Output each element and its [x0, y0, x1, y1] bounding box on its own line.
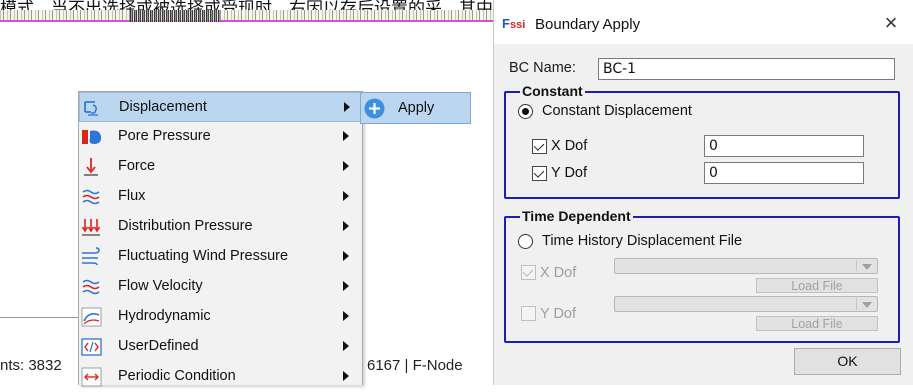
svg-text:ssi: ssi — [510, 19, 525, 31]
constant-y-dof-checkbox[interactable] — [532, 166, 547, 181]
menu-item-force[interactable]: Force — [79, 152, 362, 182]
fssi-logo-icon: F ssi — [502, 16, 525, 31]
bc-name-input[interactable]: BC-1 — [598, 58, 895, 80]
close-button[interactable]: × — [874, 8, 908, 38]
menu-item-pore-pressure[interactable]: Pore Pressure — [79, 122, 362, 152]
svg-text:F: F — [502, 16, 510, 31]
menu-item-label: Force — [118, 158, 156, 174]
menu-item-distribution-pressure[interactable]: Distribution Pressure — [79, 212, 362, 242]
menu-item-hydrodynamic[interactable]: Hydrodynamic — [79, 302, 362, 332]
menu-item-label: UserDefined — [118, 338, 199, 354]
time-x-dof-checkbox[interactable] — [521, 265, 536, 280]
submenu-arrow-icon — [343, 221, 349, 231]
distribution-pressure-icon — [81, 219, 101, 236]
plus-circle-icon — [364, 98, 385, 119]
check-icon — [522, 266, 534, 277]
pore-pressure-icon — [82, 130, 102, 144]
wind-pressure-icon — [82, 247, 100, 266]
time-dependent-group: Time Dependent Time History Displacement… — [504, 208, 900, 343]
submenu-arrow-icon — [343, 371, 349, 381]
time-history-label: Time History Displacement File — [542, 233, 743, 249]
menu-item-flow-velocity[interactable]: Flow Velocity — [79, 272, 362, 302]
status-node-count: 6167 | F-Node — [367, 357, 463, 374]
close-icon: × — [884, 10, 898, 35]
dialog-title: Boundary Apply — [535, 16, 641, 33]
apply-label: Apply — [398, 100, 435, 116]
time-y-load-file-button[interactable]: Load File — [756, 316, 878, 331]
time-x-load-file-button[interactable]: Load File — [756, 278, 878, 293]
menu-item-label: Flow Velocity — [118, 278, 203, 294]
periodic-condition-icon — [81, 367, 102, 387]
menu-item-label: Hydrodynamic — [118, 308, 211, 324]
menu-item-label: Flux — [118, 188, 146, 204]
menu-item-label: Pore Pressure — [118, 128, 211, 144]
mesh-dense-region — [130, 10, 220, 22]
menu-item-fluctuating-wind-pressure[interactable]: Fluctuating Wind Pressure — [79, 242, 362, 272]
menu-item-apply[interactable]: Apply — [360, 92, 471, 124]
menu-item-displacement[interactable]: Displacement — [79, 92, 362, 122]
flow-velocity-icon — [82, 279, 100, 295]
menu-item-flux[interactable]: Flux — [79, 182, 362, 212]
submenu-arrow-icon — [343, 311, 349, 321]
constant-displacement-radio[interactable] — [518, 104, 533, 119]
check-icon — [533, 140, 545, 151]
bc-name-label: BC Name: — [509, 60, 576, 76]
combo-separator — [856, 298, 857, 310]
menu-item-user-defined[interactable]: UserDefined — [79, 332, 362, 362]
mesh-view-strip — [0, 10, 493, 22]
flux-icon — [82, 189, 100, 205]
submenu-arrow-icon — [343, 281, 349, 291]
constant-group-title: Constant — [520, 83, 585, 99]
time-y-dof-label: Y Dof — [540, 306, 577, 322]
constant-y-dof-label: Y Dof — [551, 165, 588, 181]
constant-group: Constant Constant Displacement X Dof 0 Y… — [504, 83, 900, 199]
constant-x-dof-label: X Dof — [551, 138, 588, 154]
chevron-down-icon — [862, 264, 872, 270]
submenu-arrow-icon — [343, 161, 349, 171]
constant-displacement-label: Constant Displacement — [542, 103, 692, 119]
menu-item-label: Distribution Pressure — [118, 218, 253, 234]
time-x-dof-combo[interactable] — [614, 258, 878, 274]
submenu-arrow-icon — [343, 131, 349, 141]
menu-item-label: Fluctuating Wind Pressure — [118, 248, 289, 264]
time-y-dof-checkbox[interactable] — [521, 306, 536, 321]
submenu-arrow-icon — [343, 191, 349, 201]
menu-item-label: Periodic Condition — [118, 368, 236, 384]
time-dependent-group-title: Time Dependent — [520, 208, 633, 224]
time-x-dof-label: X Dof — [540, 265, 577, 281]
submenu-arrow-icon — [344, 102, 350, 112]
hydrodynamic-icon — [81, 307, 102, 327]
constant-x-dof-checkbox[interactable] — [532, 139, 547, 154]
divider-line — [0, 317, 81, 318]
check-icon — [533, 167, 545, 178]
constant-y-dof-input[interactable]: 0 — [704, 162, 864, 184]
boundary-context-menu: Displacement Pore Pressure Force Flux Di… — [78, 91, 363, 387]
menu-item-label: Displacement — [119, 99, 207, 115]
dialog-titlebar: F ssi Boundary Apply × — [494, 0, 913, 44]
boundary-apply-dialog: F ssi Boundary Apply × BC Name: BC-1 Con… — [493, 0, 913, 385]
force-icon — [84, 158, 98, 176]
ok-button[interactable]: OK — [794, 348, 901, 375]
constant-x-dof-input[interactable]: 0 — [704, 135, 864, 157]
chevron-down-icon — [862, 302, 872, 308]
time-history-radio[interactable] — [518, 234, 533, 249]
combo-separator — [856, 260, 857, 272]
displacement-icon — [84, 101, 98, 116]
status-elements-count: nts: 3832 — [0, 357, 62, 374]
user-defined-icon — [81, 338, 102, 356]
menu-item-periodic-condition[interactable]: Periodic Condition — [79, 362, 362, 392]
submenu-arrow-icon — [343, 341, 349, 351]
time-y-dof-combo[interactable] — [614, 296, 878, 312]
submenu-arrow-icon — [343, 251, 349, 261]
